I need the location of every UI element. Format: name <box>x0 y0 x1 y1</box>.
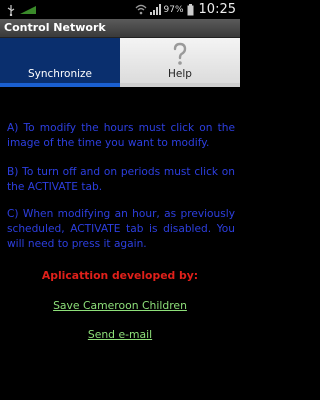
signal-strength-icon <box>20 5 36 15</box>
organization-link[interactable]: Save Cameroon Children <box>0 299 240 312</box>
usb-icon <box>6 4 16 16</box>
mobile-signal-icon <box>149 4 161 15</box>
help-paragraph-c: C) When modifying an hour, as previously… <box>7 208 235 250</box>
sync-icon <box>49 42 71 66</box>
tab-synchronize[interactable]: Synchronize <box>0 38 120 87</box>
wifi-icon <box>135 4 147 15</box>
tab-help-label: Help <box>168 68 192 80</box>
help-icon <box>172 42 188 66</box>
developed-by-heading: Aplicattion developed by: <box>41 269 199 282</box>
battery-percent: 97% <box>163 4 184 15</box>
tab-bar: Synchronize Help <box>0 38 240 87</box>
battery-icon <box>187 3 194 16</box>
tab-help[interactable]: Help <box>120 38 240 87</box>
tab-synchronize-label: Synchronize <box>27 68 92 80</box>
app-title-bar: Control Network <box>0 19 240 38</box>
clock: 10:25 <box>198 2 236 17</box>
send-email-link[interactable]: Send e-mail <box>0 328 240 341</box>
help-paragraph-a: A) To modify the hours must click on the… <box>7 122 235 149</box>
status-bar: 97% 10:25 <box>0 0 240 19</box>
help-content: A) To modify the hours must click on the… <box>0 87 240 400</box>
app-title: Control Network <box>4 21 106 34</box>
help-paragraph-b: B) To turn off and on periods must click… <box>7 166 235 193</box>
